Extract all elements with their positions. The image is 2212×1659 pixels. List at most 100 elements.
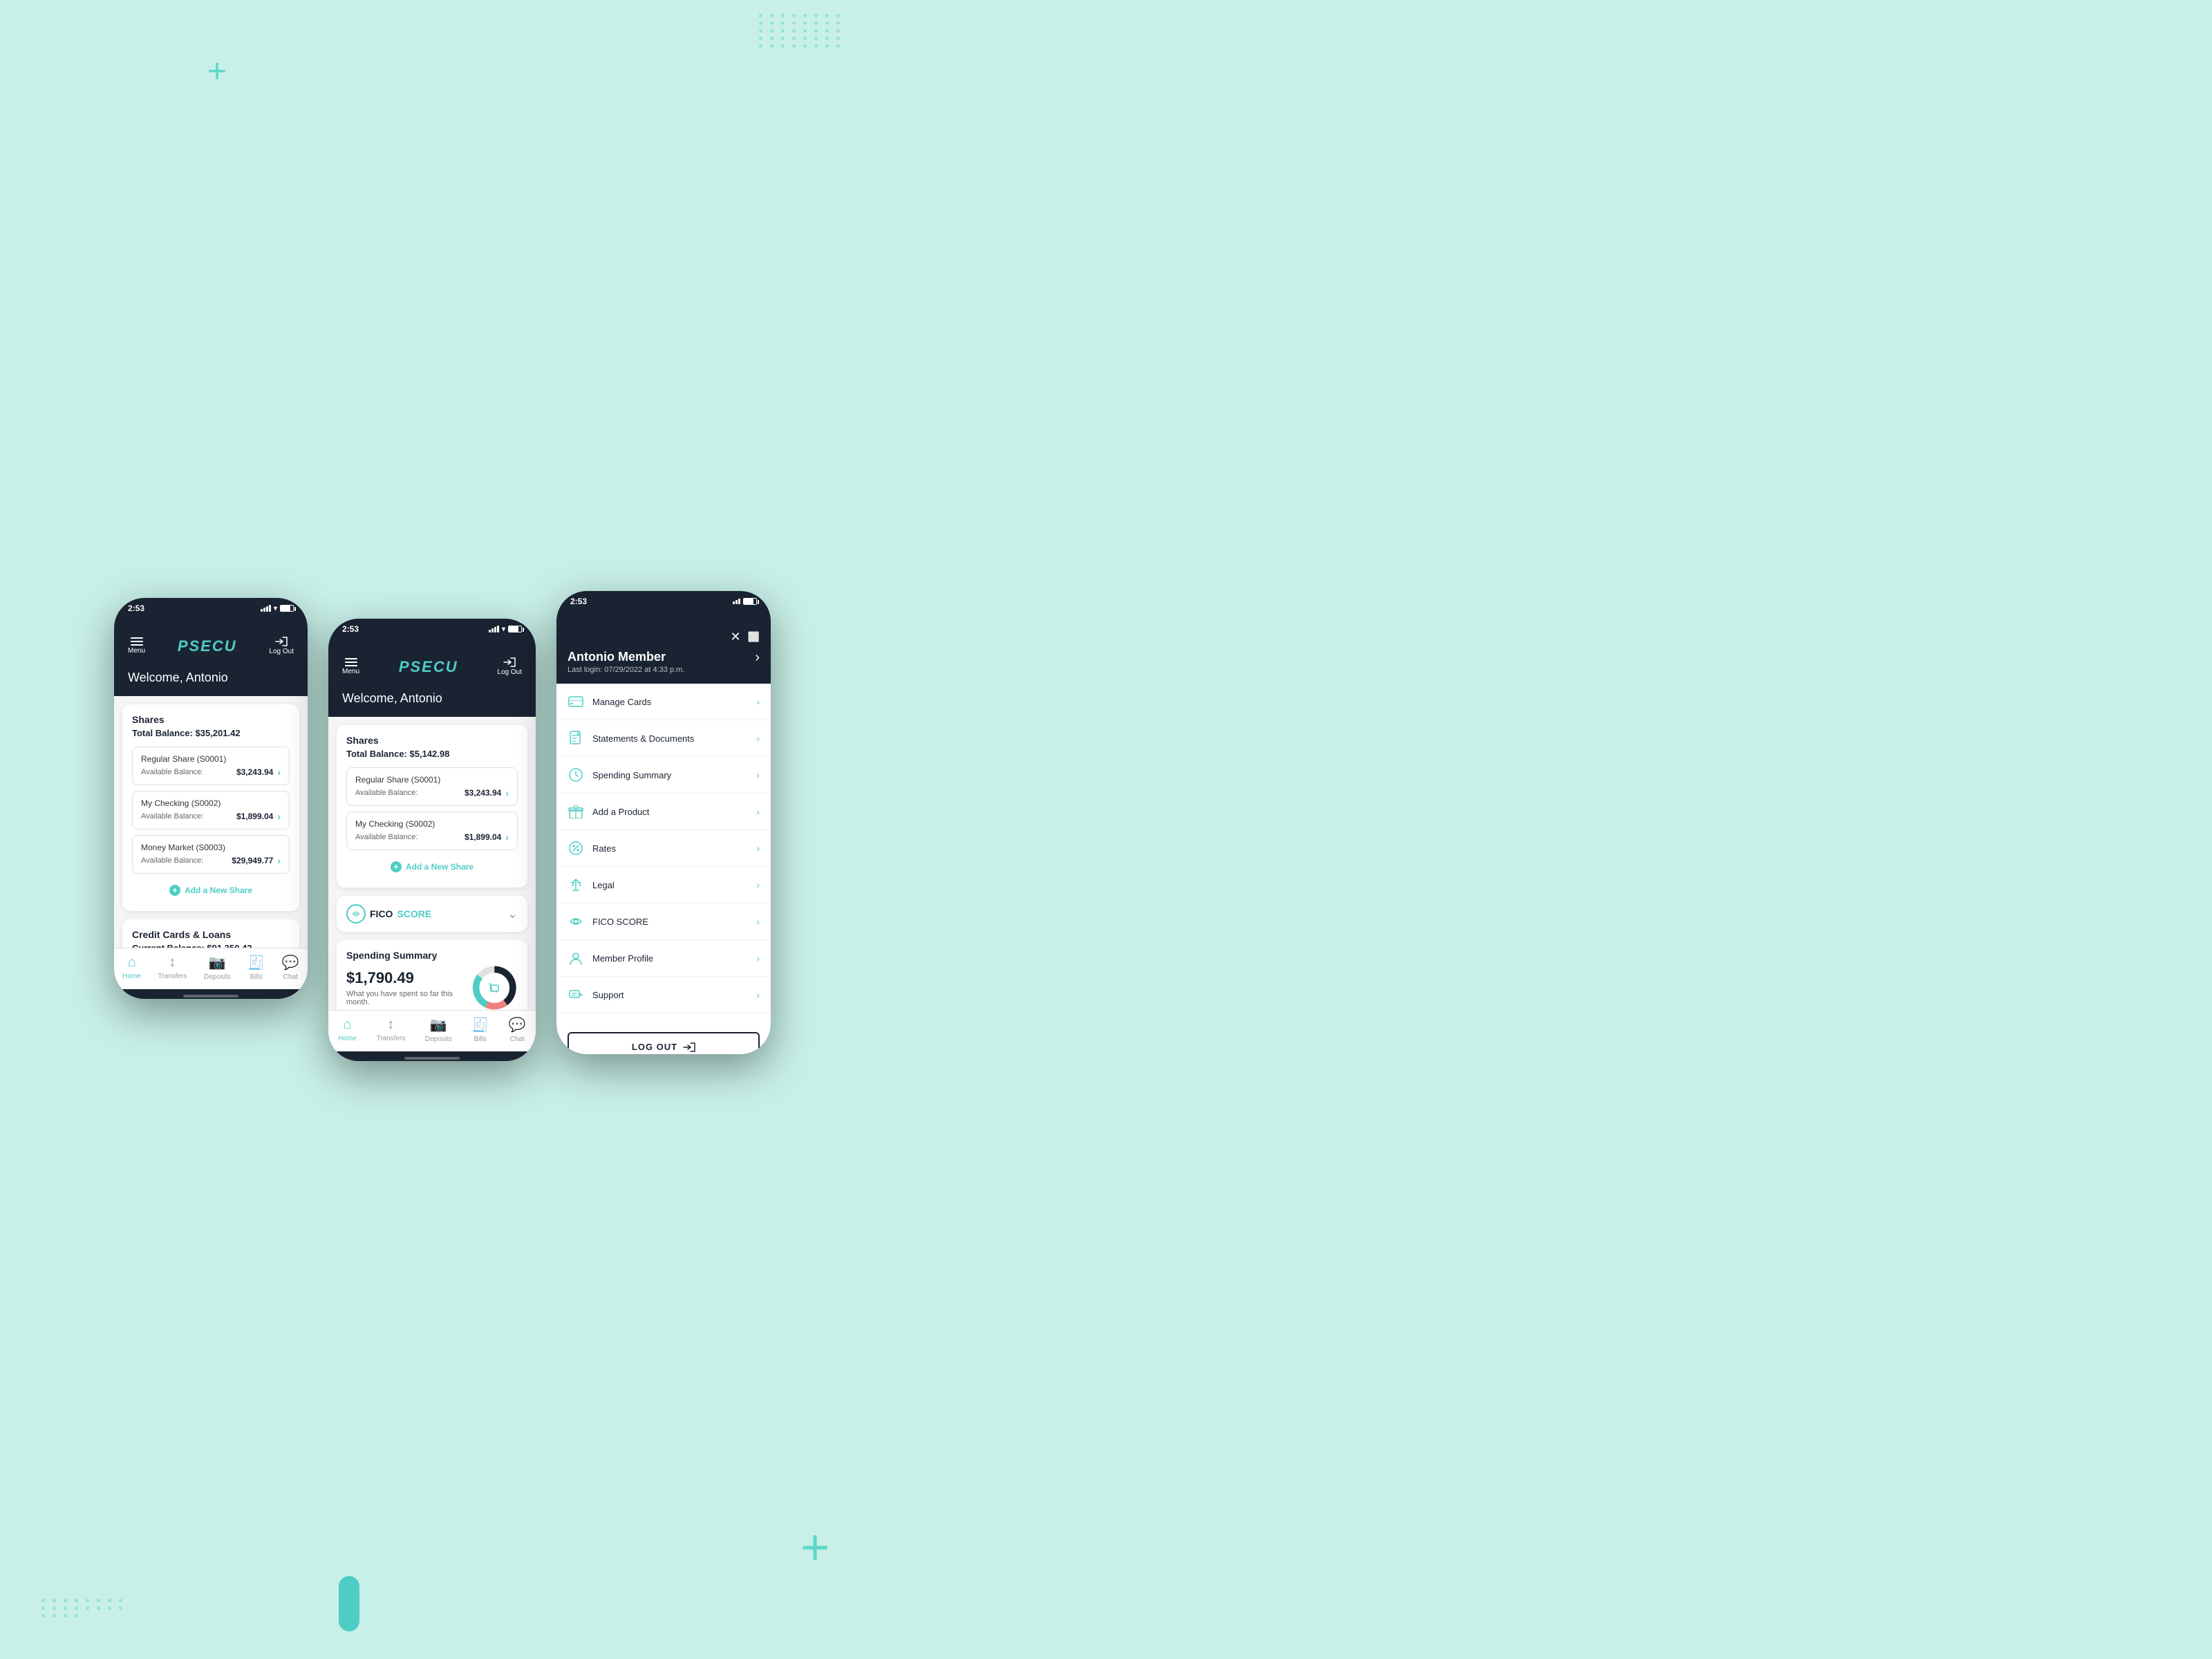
phone2-menu-btn[interactable]: Menu [342,658,359,675]
phone2-account-regular-share[interactable]: Regular Share (S0001) Available Balance:… [346,767,518,806]
phone2-spending-text: $1,790.49 What you have spent so far thi… [346,969,471,1006]
battery-icon [280,605,294,612]
phone2-time: 2:53 [342,624,359,634]
chevron-icon: › [505,787,509,798]
phone2-fico-bar[interactable]: FICO SCORE ⌄ [337,896,527,932]
deposits-icon: 📷 [209,954,226,971]
card-icon [568,693,584,710]
phone1-signal [261,605,271,612]
chevron-icon: › [505,832,509,843]
support-icon [568,986,584,1003]
support-chevron: › [756,989,760,1000]
phone2-spending-title: Spending Summary [346,950,518,961]
legal-chevron: › [756,879,760,890]
home-bar [183,995,238,997]
menu-item-member-profile[interactable]: Member Profile › [556,940,771,977]
phone1-checking-balance: $1,899.04 › [236,811,281,822]
phone3-status-icons [733,598,757,605]
hamburger-icon [131,637,143,646]
phone2-notch [397,634,467,650]
wifi-icon: ▾ [274,605,277,612]
phone2-spending-content: $1,790.49 What you have spent so far thi… [346,964,518,1010]
phone1-nav-home[interactable]: ⌂ Home [122,955,141,980]
phone1-shares-title: Shares [132,714,290,725]
menu-last-login: Last login: 07/29/2022 at 4:33 p.m. [568,666,684,674]
battery-icon-2 [508,626,522,632]
menu-item-left-7: Member Profile [568,950,653,966]
fico-icon [346,904,366,924]
phone2-status-icons: ▾ [489,626,522,633]
battery-icon-3 [743,598,757,605]
transfers-icon-2: ↕ [387,1017,394,1033]
menu-user-name: Antonio Member [568,650,684,664]
hamburger-icon-2 [345,658,357,666]
menu-item-left-2: Spending Summary [568,767,671,783]
plus-decoration-bottom-right: + [800,1519,830,1576]
phone2-nav-bills[interactable]: 🧾 Bills [471,1016,489,1043]
phone1-account-checking[interactable]: My Checking (S0002) Available Balance: $… [132,791,290,830]
phone2-nav-chat[interactable]: 💬 Chat [509,1016,526,1043]
phone1-logout-btn[interactable]: Log Out [269,637,294,655]
chevron-icon: › [277,767,281,778]
phones-container: 2:53 ▾ Menu [100,570,785,1089]
phone1-regular-share-balance: $3,243.94 › [236,767,281,778]
phone2-spending-amount: $1,790.49 [346,969,471,987]
phone1-nav-transfers[interactable]: ↕ Transfers [158,955,187,980]
menu-item-legal[interactable]: Legal › [556,867,771,903]
phone2-spending-card: Spending Summary $1,790.49 What you have… [337,940,527,1010]
phone3-status-bar: 2:53 [556,591,771,606]
phone2-status-bar: 2:53 ▾ [328,619,536,634]
gift-icon [568,803,584,820]
phone2-regular-balance: $3,243.94 › [465,787,509,798]
phone1-bottom-nav: ⌂ Home ↕ Transfers 📷 Deposits 🧾 Bills 💬 [114,948,308,989]
menu-item-statements[interactable]: Statements & Documents › [556,720,771,757]
phone1-money-market-balance: $29,949.77 › [232,855,281,866]
phone1-money-market-name: Money Market (S0003) [141,843,281,852]
phone1-nav-bills[interactable]: 🧾 Bills [247,954,265,981]
chevron-icon: › [277,811,281,822]
percent-icon [568,840,584,856]
phone3-logout-btn[interactable]: LOG OUT [568,1032,760,1054]
menu-close-btn[interactable]: ✕ [730,630,740,644]
menu-item-manage-cards[interactable]: Manage Cards › [556,684,771,720]
phone2-logo: PSECU [399,658,458,676]
phone2-home-indicator [328,1051,536,1061]
phone1-account-money-market[interactable]: Money Market (S0003) Available Balance: … [132,835,290,874]
phone1-account-regular-share[interactable]: Regular Share (S0001) Available Balance:… [132,747,290,785]
menu-item-left-6: FICO SCORE [568,913,648,930]
phone1-nav-chat[interactable]: 💬 Chat [282,954,299,981]
phone2-nav-home[interactable]: ⌂ Home [338,1017,357,1042]
phone3-time: 2:53 [570,597,587,606]
add-product-chevron: › [756,806,760,817]
phone1-menu-btn[interactable]: Menu [128,637,145,655]
menu-item-add-product[interactable]: Add a Product › [556,794,771,830]
menu-item-support[interactable]: Support › [556,977,771,1013]
home-icon-2: ⌂ [344,1017,352,1033]
phone1-regular-share-balance-row: Available Balance: $3,243.94 › [141,767,281,778]
phone2-signal [489,626,499,632]
phone2-add-share-btn[interactable]: + Add a New Share [346,856,518,878]
phone1-nav-deposits[interactable]: 📷 Deposits [204,954,231,981]
phone1-credit-title: Credit Cards & Loans [132,929,290,940]
logout-icon [275,637,288,646]
menu-item-spending-summary[interactable]: Spending Summary › [556,757,771,794]
phone3-menu-header: space ✕ ⬜ Antonio Member Last login: 07/… [556,623,771,684]
phone1-credit-total: Current Balance: $91,350.42 [132,943,290,948]
phone2-account-checking[interactable]: My Checking (S0002) Available Balance: $… [346,812,518,850]
phone2-nav-transfers[interactable]: ↕ Transfers [376,1017,405,1042]
spending-summary-chevron: › [756,769,760,780]
phone2-nav-deposits[interactable]: 📷 Deposits [425,1016,452,1043]
phone3-menu-header-top: space ✕ ⬜ [568,630,760,644]
phone1-add-share-btn[interactable]: + Add a New Share [132,879,290,901]
phone1-notch [176,613,245,630]
phone-3: 2:53 space ✕ ⬜ [556,591,771,1054]
menu-item-left-3: Add a Product [568,803,649,820]
spending-summary-label: Spending Summary [592,770,671,780]
phone3-menu-footer: LOG OUT App Version: PROD - 5.2.6 [556,1021,771,1054]
phone2-spending-label: What you have spent so far this month. [346,990,471,1006]
menu-item-rates[interactable]: Rates › [556,830,771,867]
scale-icon [568,877,584,893]
legal-label: Legal [592,880,615,890]
menu-item-fico-score[interactable]: FICO SCORE › [556,903,771,940]
phone2-logout-btn[interactable]: Log Out [497,657,522,676]
